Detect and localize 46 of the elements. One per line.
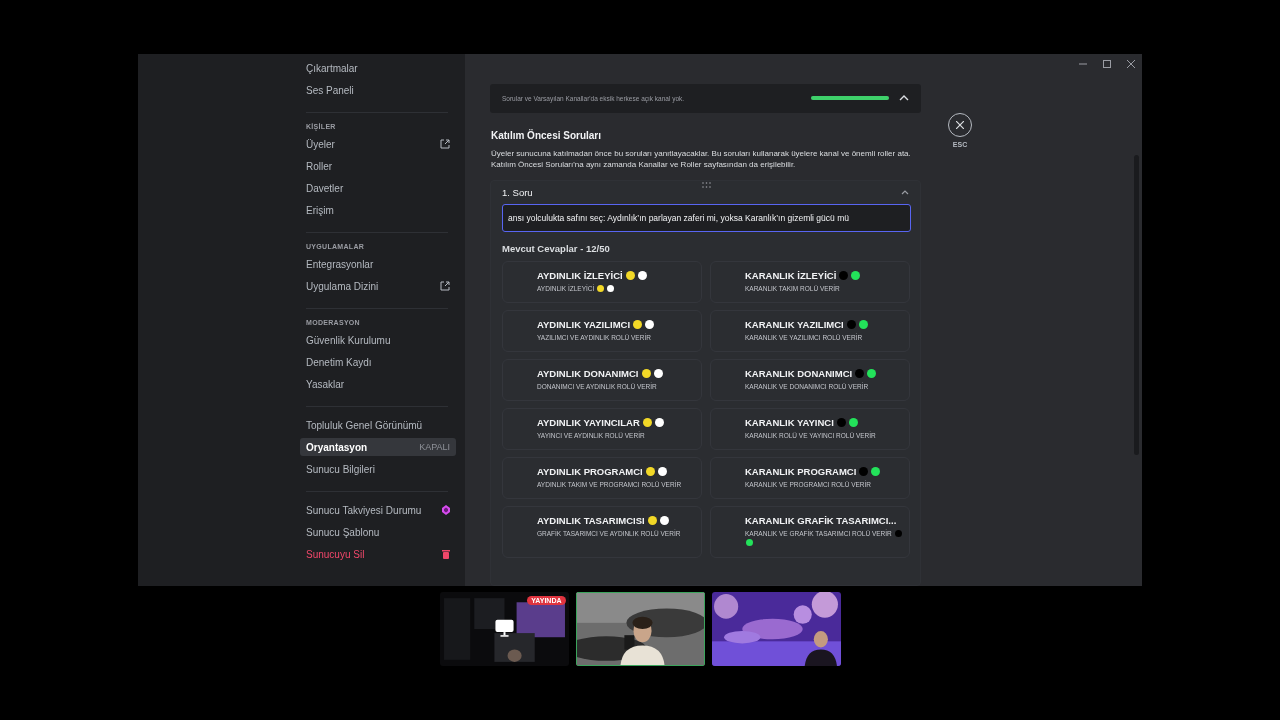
answer-title: AYDINLIK DONANIMCI (537, 367, 639, 379)
sidebar-item[interactable]: Ses Paneli (300, 81, 456, 99)
status-label: KAPALI (419, 442, 450, 452)
sidebar-item[interactable]: Denetim Kaydı (300, 353, 456, 371)
answer-title: AYDINLIK YAYINCILAR (537, 416, 640, 428)
drag-handle-icon[interactable] (702, 181, 711, 188)
external-link-icon (440, 139, 450, 149)
external-link-icon (440, 281, 450, 291)
sidebar-item[interactable]: Güvenlik Kurulumu (300, 331, 456, 349)
sidebar-item[interactable]: Çıkartmalar (300, 59, 456, 77)
answer-title: AYDINLIK İZLEYİCİ (537, 269, 623, 281)
section-description: Üyeler sunucuna katılmadan önce bu soruları yanıtlayacaklar. Bu soruları kullanarak üyelere kanal ve önemli roller ata. Katılım Öncesi Soruları'na aynı zamanda Kanallar ve Roller sayfasından da erişilebilir. (491, 147, 912, 170)
answer-title: KARANLIK YAZILIMCI (745, 318, 844, 330)
sidebar-item[interactable]: Yasaklar (300, 375, 456, 393)
answer-title: AYDINLIK TASARIMCISI (537, 514, 645, 526)
maximize-icon[interactable] (1103, 60, 1111, 68)
sidebar-item[interactable]: Davetler (300, 179, 456, 197)
answer-title: KARANLIK GRAFİK TASARIMCI... (745, 514, 897, 526)
sidebar-item[interactable]: Uygulama Dizini (300, 277, 456, 295)
answer-title: KARANLIK YAYINCI (745, 416, 834, 428)
sidebar-item[interactable]: Sunucu Bilgileri (300, 460, 456, 478)
question-input[interactable]: ansı yolculukta safını seç: Aydınlık’ın parlayan zaferi mi, yoksa Karanlık’ın gizemli gücü mü (502, 203, 911, 232)
answer-title: KARANLIK DONANIMCI (745, 367, 853, 379)
sidebar-item[interactable]: Topluluk Genel Görünümü (300, 416, 456, 434)
answer-title: KARANLIK PROGRAMCI (745, 465, 857, 477)
collapse-icon[interactable] (901, 189, 909, 195)
sidebar-item[interactable]: Üyeler (300, 135, 456, 153)
answer-title: AYDINLIK PROGRAMCI (537, 465, 643, 477)
sidebar-item[interactable]: Oryantasyon KAPALI (300, 438, 456, 456)
minimize-icon[interactable] (1079, 60, 1087, 68)
sidebar-item[interactable]: Sunucu Takviyesi Durumu (300, 501, 456, 519)
answer-title: KARANLIK İZLEYİCİ (745, 269, 837, 281)
sidebar-item[interactable]: Roller (300, 157, 456, 175)
sidebar-item[interactable]: Sunucu Şablonu (300, 523, 456, 541)
chevron-up-icon[interactable] (899, 95, 909, 102)
trash-icon (442, 549, 450, 559)
gem-icon (442, 505, 450, 515)
sidebar-item[interactable]: Entegrasyonlar (300, 255, 456, 273)
close-icon (956, 121, 964, 129)
answer-title: AYDINLIK YAZILIMCI (537, 318, 631, 330)
sidebar-item[interactable]: Erişim (300, 201, 456, 219)
sidebar-item[interactable]: Sunucuyu Sil (300, 545, 456, 563)
answers-heading: Mevcut Cevaplar - 12/50 (502, 242, 611, 254)
section-title: Katılım Öncesi Soruları (491, 129, 603, 141)
close-icon[interactable] (1127, 60, 1135, 68)
question-label: 1. Soru (502, 186, 533, 198)
